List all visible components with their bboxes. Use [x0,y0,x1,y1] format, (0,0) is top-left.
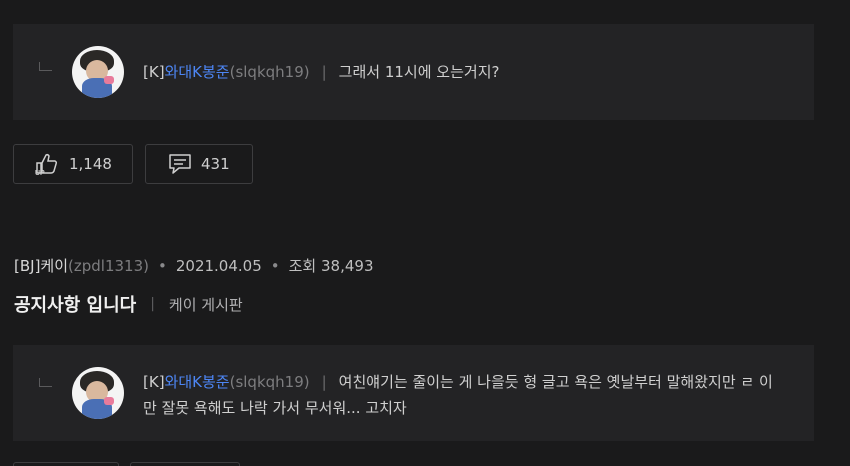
page: [K]와대K봉준(slqkqh19) | 그래서 11시에 오는거지? UP 1,1… [0,0,850,466]
views-count: 38,493 [321,257,374,275]
separator: | [321,373,327,391]
comment-text: 그래서 11시에 오는거지? [338,63,500,81]
comment-count: 431 [201,155,230,173]
reply-arrow-icon [39,62,52,71]
post-meta: [BJ]케이(zpdl1313) • 2021.04.05 • 조회 38,493 [14,255,374,276]
comment-line: [K]와대K봉준(slqkqh19) | 여친얘기는 줄이는 게 나을듯 형 글고 … [143,372,773,392]
like-button[interactable] [13,462,119,466]
comment-count-button[interactable] [130,462,240,466]
post-author-id: (zpdl1313) [68,257,149,275]
board-name[interactable]: 케이 게시판 [169,294,243,315]
separator: | [150,296,155,312]
user-prefix: [K] [143,373,165,391]
like-count: 1,148 [69,155,112,173]
user-prefix: [K] [143,63,165,81]
user-nickname[interactable]: 와대K봉준 [165,373,230,391]
user-nickname[interactable]: 와대K봉준 [165,63,230,81]
post-title[interactable]: 공지사항 입니다 [14,291,136,317]
svg-text:UP: UP [35,170,45,176]
comment-line: [K]와대K봉준(slqkqh19) | 그래서 11시에 오는거지? [143,62,499,82]
user-id: (slqkqh19) [229,373,310,391]
views-label: 조회 [288,257,317,275]
reply-comment: [K]와대K봉준(slqkqh19) | 그래서 11시에 오는거지? [13,24,814,120]
reply-comment: [K]와대K봉준(slqkqh19) | 여친얘기는 줄이는 게 나을듯 형 글고 … [13,345,814,441]
reply-arrow-icon [39,378,52,387]
bullet: • [270,257,280,275]
like-button[interactable]: UP 1,148 [13,144,133,184]
post-title-row: 공지사항 입니다 | 케이 게시판 [14,291,243,317]
post-date: 2021.04.05 [175,257,262,275]
comment-text-line1: 여친얘기는 줄이는 게 나을듯 형 글고 욕은 옛날부터 말해왔지만 ㄹ 이 [338,373,773,391]
user-id: (slqkqh19) [229,63,310,81]
avatar[interactable] [72,46,124,98]
post-author[interactable]: [BJ]케이 [14,257,68,275]
comment-count-button[interactable]: 431 [145,144,253,184]
speech-bubble-icon [168,153,192,175]
thumbs-up-icon: UP [34,152,60,176]
separator: | [321,63,327,81]
bullet: • [158,257,167,275]
comment-text-line2: 만 잘못 욕해도 나락 가서 무서워... 고치자 [143,399,407,417]
avatar[interactable] [72,367,124,419]
